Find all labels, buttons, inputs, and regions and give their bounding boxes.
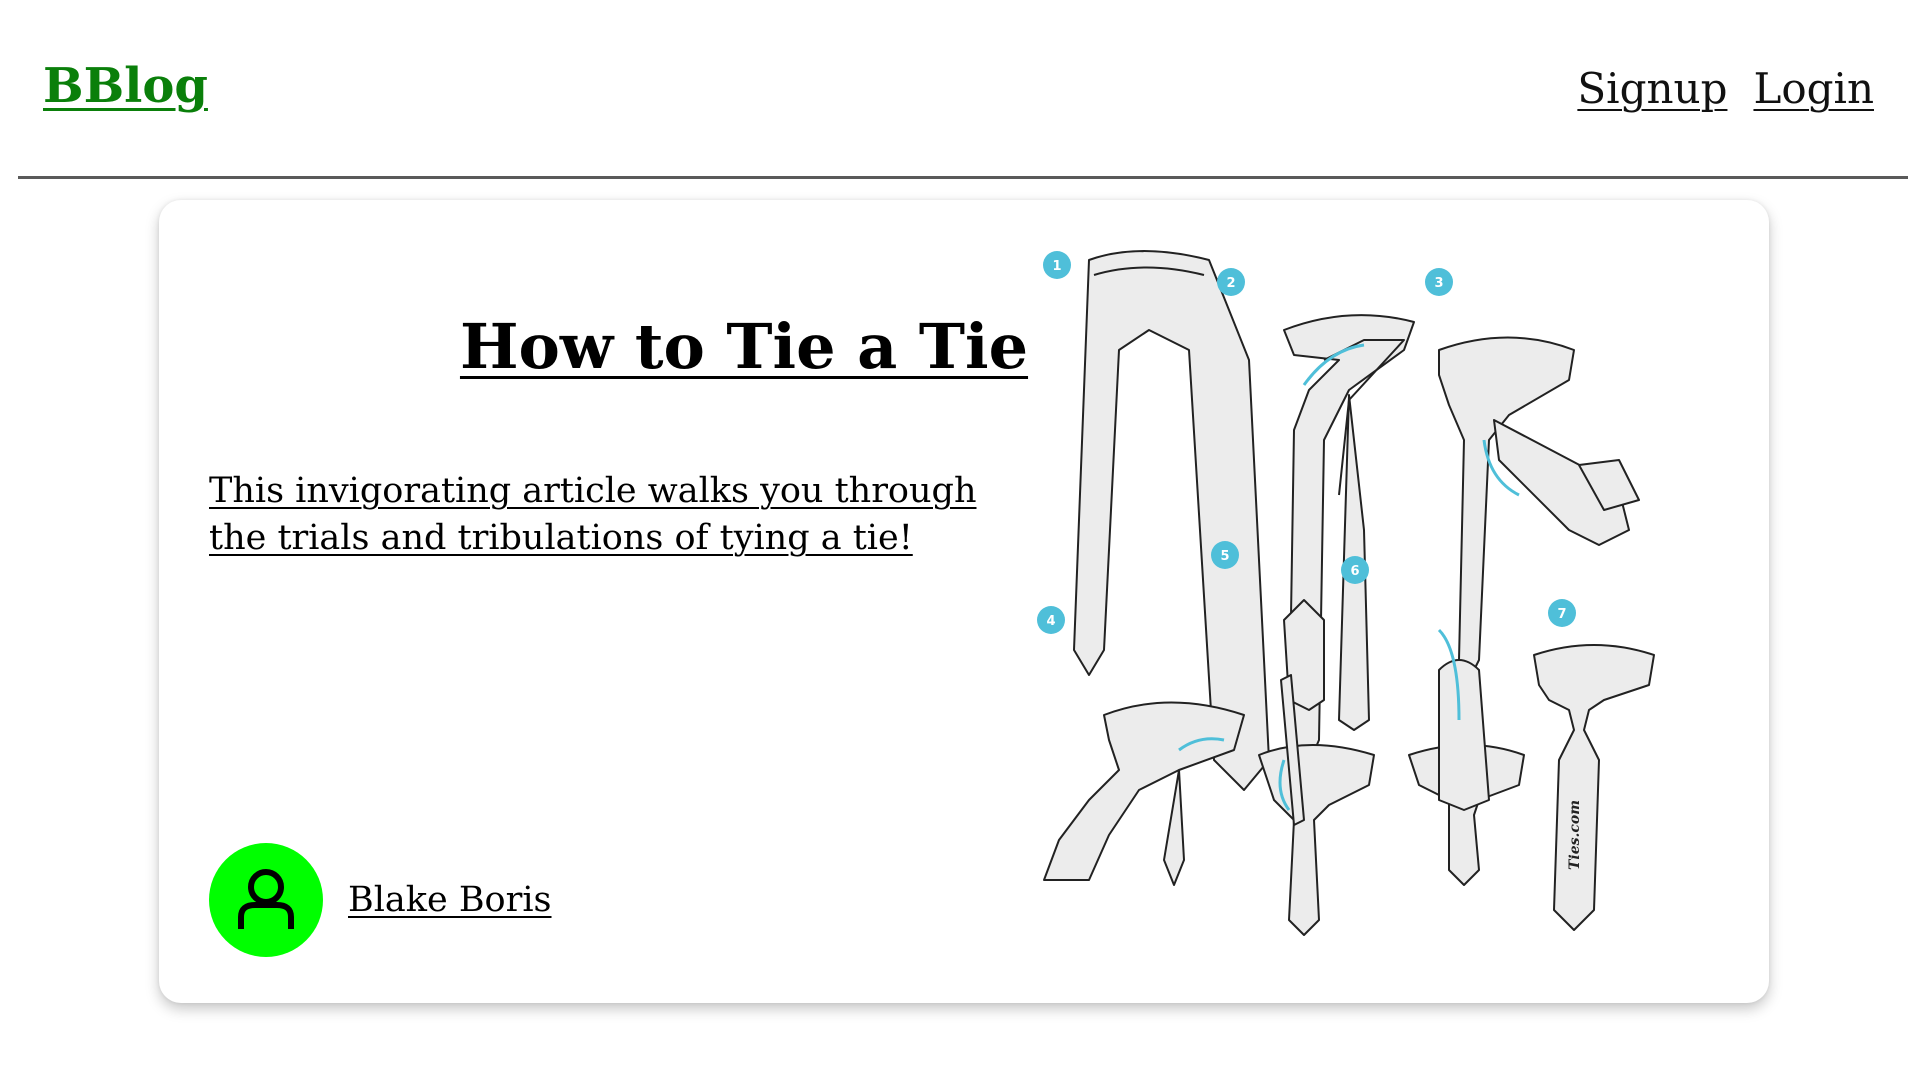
step-number: 7 bbox=[1557, 607, 1566, 622]
top-nav: Signup Login bbox=[1577, 64, 1874, 113]
post-summary[interactable]: This invigorating article walks you thro… bbox=[209, 468, 1009, 562]
step-number: 4 bbox=[1046, 614, 1055, 629]
signup-link[interactable]: Signup bbox=[1577, 64, 1727, 113]
tie-tying-illustration: Ties.com 1 2 3 4 5 6 7 bbox=[1037, 250, 1655, 936]
logo-link[interactable]: BBlog bbox=[43, 58, 208, 114]
site-header: BBlog Signup Login bbox=[0, 0, 1917, 178]
author-avatar[interactable] bbox=[209, 843, 323, 957]
step-number: 3 bbox=[1434, 276, 1443, 291]
illustration-watermark: Ties.com bbox=[1567, 800, 1583, 870]
author-name[interactable]: Blake Boris bbox=[348, 880, 552, 920]
login-link[interactable]: Login bbox=[1753, 64, 1874, 113]
step-number: 2 bbox=[1226, 276, 1235, 291]
header-divider bbox=[18, 176, 1908, 179]
person-icon bbox=[238, 869, 294, 929]
step-number: 1 bbox=[1052, 259, 1061, 274]
author-link[interactable]: Blake Boris bbox=[209, 843, 552, 957]
post-card[interactable]: How to Tie a Tie This invigorating artic… bbox=[159, 200, 1769, 1003]
step-number: 6 bbox=[1350, 564, 1359, 579]
step-number: 5 bbox=[1220, 549, 1229, 564]
